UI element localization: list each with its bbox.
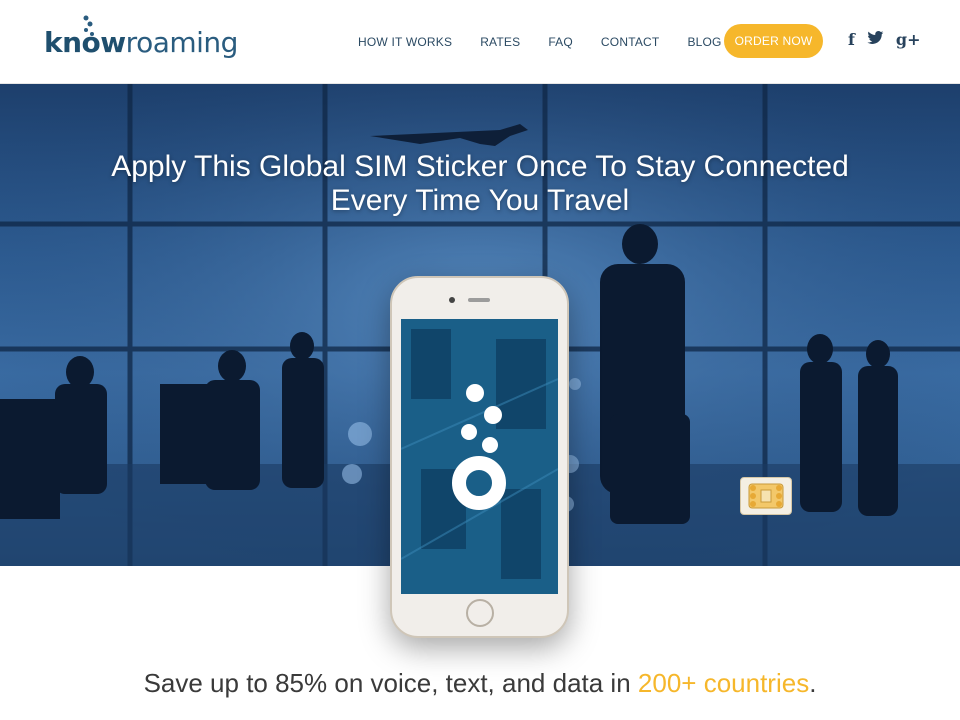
- phone-camera: [449, 297, 455, 303]
- tagline-text: Save up to 85% on voice, text, and data …: [143, 668, 638, 698]
- sim-chip-icon: [748, 483, 784, 509]
- nav-how-it-works[interactable]: HOW IT WORKS: [358, 35, 452, 49]
- hero-headline-line2: Every Time You Travel: [330, 184, 630, 217]
- savings-tagline: Save up to 85% on voice, text, and data …: [0, 668, 960, 699]
- site-header: knowroaming HOW IT WORKS RATES FAQ CONTA…: [0, 0, 960, 84]
- logo-dots-icon: [83, 15, 94, 36]
- order-now-button[interactable]: ORDER NOW: [724, 24, 823, 58]
- social-links: f g+: [848, 30, 920, 49]
- phone-home-button: [466, 599, 494, 627]
- sim-sticker-image: [740, 477, 792, 515]
- tagline-highlight: 200+ countries: [637, 668, 810, 698]
- nav-rates[interactable]: RATES: [480, 35, 520, 49]
- nav-contact[interactable]: CONTACT: [601, 35, 660, 49]
- logo[interactable]: knowroaming: [44, 15, 239, 66]
- twitter-icon[interactable]: [867, 30, 884, 46]
- hero-headline-line1: Apply This Global SIM Sticker Once To St…: [111, 150, 849, 183]
- tagline-end: .: [809, 668, 817, 698]
- app-logo-icon: [401, 319, 558, 594]
- nav-blog[interactable]: BLOG: [687, 35, 721, 49]
- logo-roaming-text: roaming: [125, 26, 239, 59]
- hero-headline: Apply This Global SIM Sticker Once To St…: [0, 150, 960, 218]
- facebook-icon[interactable]: f: [848, 30, 855, 49]
- nav-faq[interactable]: FAQ: [548, 35, 573, 49]
- main-nav: HOW IT WORKS RATES FAQ CONTACT BLOG: [358, 35, 750, 49]
- phone-screen: [401, 319, 558, 594]
- phone-speaker: [468, 298, 490, 302]
- phone-image: [390, 276, 569, 638]
- google-plus-icon[interactable]: g+: [896, 30, 921, 49]
